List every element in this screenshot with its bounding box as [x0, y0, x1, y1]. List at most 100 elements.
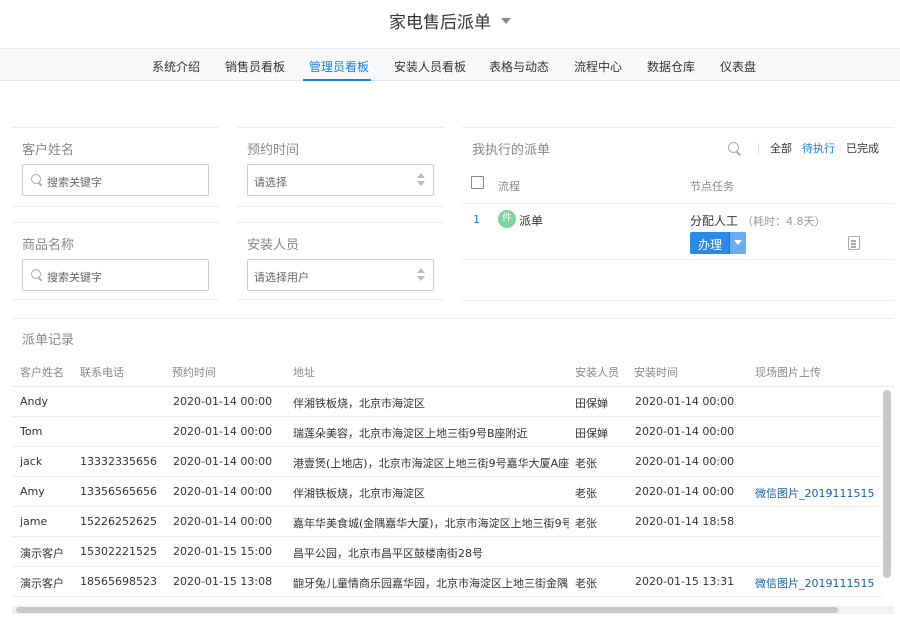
task-row-number: 1 — [473, 213, 480, 226]
app-title: 家电售后派单 — [389, 13, 491, 33]
chevron-down-icon[interactable] — [501, 18, 511, 24]
cell-address: 昌平公园，北京市昌平区鼓楼南街28号 — [293, 547, 483, 560]
table-row[interactable]: Amy 13356565656 2020-01-14 00:00 伴湘铁板烧，北… — [12, 477, 882, 507]
cell-address: 瑞莲朵美容，北京市海淀区上地三街9号B座附近 — [293, 427, 528, 440]
cell-appointment-time: 2020-01-14 00:00 — [173, 425, 273, 438]
cell-customer: jack — [20, 455, 43, 468]
cell-appointment-time: 2020-01-14 00:00 — [173, 455, 273, 468]
select-all-checkbox[interactable] — [471, 176, 484, 189]
cell-installer: 老张 — [575, 577, 597, 590]
cell-customer: 演示客户 — [20, 577, 64, 590]
table-row[interactable]: 演示客户 15302221525 2020-01-15 15:00 昌平公园，北… — [12, 537, 882, 567]
table-row[interactable]: Andy 2020-01-14 00:00 伴湘铁板烧，北京市海淀区 田保婵 2… — [12, 387, 882, 417]
column-header-flow: 流程 — [498, 180, 520, 193]
nav-item-admin-board[interactable]: 管理员看板 — [309, 58, 369, 75]
handle-button[interactable]: 办理 — [690, 232, 746, 254]
cell-phone: 13356565656 — [80, 485, 157, 498]
column-header-installer: 安装人员 — [575, 366, 619, 379]
cell-customer: 演示客户 — [20, 547, 64, 560]
cell-install-time: 2020-01-14 00:00 — [635, 395, 735, 408]
cell-phone: 18565698523 — [80, 575, 157, 588]
table-row[interactable]: jame 15226252625 2020-01-14 00:00 嘉年华美食城… — [12, 507, 882, 537]
cell-customer: Amy — [20, 485, 45, 498]
input-placeholder: 搜索关键字 — [47, 271, 102, 284]
nav-item-dashboard[interactable]: 仪表盘 — [720, 58, 756, 75]
cell-address: 港壹煲(上地店)，北京市海淀区上地三街9号嘉华大厦A座 — [293, 457, 569, 470]
search-icon[interactable] — [728, 142, 742, 156]
cell-customer: Andy — [20, 395, 48, 408]
appointment-time-select[interactable]: 请选择 — [247, 164, 434, 196]
cell-address: 伴湘铁板烧，北京市海淀区 — [293, 397, 425, 410]
cell-phone: 15226252625 — [80, 515, 157, 528]
task-flow-link[interactable]: 派单 — [519, 212, 543, 229]
task-filter-done[interactable]: 已完成 — [846, 140, 879, 156]
cell-phone: 15302221525 — [80, 545, 157, 558]
nav-item-system-intro[interactable]: 系统介绍 — [152, 58, 200, 75]
cell-address: 龅牙兔儿童情商乐园嘉华园，北京市海淀区上地三街金隅 — [293, 577, 568, 590]
app-header: 家电售后派单 — [0, 0, 900, 48]
nav-item-data-warehouse[interactable]: 数据仓库 — [647, 58, 695, 75]
cell-installer: 田保婵 — [575, 427, 608, 440]
divider — [462, 259, 894, 260]
task-node-name: 分配人工 — [690, 214, 739, 228]
column-header-appointment-time: 预约时间 — [172, 366, 216, 379]
handle-button-label: 办理 — [698, 238, 723, 252]
customer-name-search-input[interactable]: 搜索关键字 — [22, 164, 209, 196]
cell-customer: Tom — [20, 425, 43, 438]
records-title: 派单记录 — [22, 333, 75, 348]
cell-install-time: 2020-01-14 00:00 — [635, 425, 735, 438]
chevron-down-icon[interactable] — [729, 232, 746, 254]
filter-product-name: 商品名称 搜索关键字 — [12, 222, 219, 300]
filter-label: 商品名称 — [22, 238, 75, 253]
filter-label: 预约时间 — [247, 143, 300, 158]
horizontal-scrollbar[interactable] — [16, 607, 838, 613]
cell-install-time: 2020-01-14 00:00 — [635, 455, 735, 468]
task-duration: （耗时：4.8天） — [742, 215, 826, 228]
column-header-install-time: 安装时间 — [634, 366, 678, 379]
cell-installer: 老张 — [575, 487, 597, 500]
cell-appointment-time: 2020-01-14 00:00 — [173, 515, 273, 528]
filter-label: 客户姓名 — [22, 143, 75, 158]
cell-appointment-time: 2020-01-14 00:00 — [173, 485, 273, 498]
app-title-switcher[interactable]: 家电售后派单 — [0, 8, 900, 33]
table-row[interactable]: 演示客户 18565698523 2020-01-15 13:08 龅牙兔儿童情… — [12, 567, 882, 597]
product-name-search-input[interactable]: 搜索关键字 — [22, 259, 209, 291]
cell-install-time: 2020-01-14 18:58 — [635, 515, 735, 528]
vertical-scrollbar[interactable] — [883, 390, 891, 578]
my-tasks-title: 我执行的派单 — [472, 143, 551, 158]
installer-user-select[interactable]: 请选择用户 — [247, 259, 434, 291]
cell-installer: 老张 — [575, 517, 597, 530]
cell-photo-link[interactable]: 微信图片_2019111515 — [755, 485, 882, 501]
cell-install-time: 2020-01-15 13:31 — [635, 575, 735, 588]
cell-install-time: 2020-01-14 00:00 — [635, 485, 735, 498]
search-icon — [31, 174, 43, 186]
cell-customer: jame — [20, 515, 48, 528]
task-filter-all[interactable]: 全部 — [770, 140, 792, 156]
nav-item-sales-board[interactable]: 销售员看板 — [225, 58, 285, 75]
cell-address: 嘉年华美食城(金隅嘉华大厦)，北京市海淀区上地三街9号 — [293, 517, 569, 530]
nav-item-installer-board[interactable]: 安装人员看板 — [394, 58, 466, 75]
table-row[interactable]: jack 13332335656 2020-01-14 00:00 港壹煲(上地… — [12, 447, 882, 477]
cell-photo-link[interactable]: 微信图片_2019111515 — [755, 575, 882, 591]
column-header-node-task: 节点任务 — [690, 180, 734, 193]
cell-appointment-time: 2020-01-15 15:00 — [173, 545, 273, 558]
nav-item-tables-activity[interactable]: 表格与动态 — [489, 58, 549, 75]
nav-active-indicator — [303, 79, 371, 81]
document-icon[interactable] — [848, 236, 860, 250]
nav-item-process-center[interactable]: 流程中心 — [574, 58, 622, 75]
table-row[interactable]: Tom 2020-01-14 00:00 瑞莲朵美容，北京市海淀区上地三街9号B… — [12, 417, 882, 447]
filter-customer-name: 客户姓名 搜索关键字 — [12, 127, 219, 207]
filter-appointment-time: 预约时间 请选择 — [237, 127, 444, 207]
select-placeholder: 请选择用户 — [254, 271, 309, 284]
filter-installer: 安装人员 请选择用户 — [237, 222, 444, 300]
records-table-header: 客户姓名 联系电话 预约时间 地址 安装人员 安装时间 现场图片上传 — [12, 359, 894, 387]
task-filter-pending[interactable]: 待执行 — [802, 140, 835, 156]
column-header-customer: 客户姓名 — [20, 366, 64, 379]
cell-installer: 老张 — [575, 457, 597, 470]
filter-label: 安装人员 — [247, 238, 300, 253]
sort-updown-icon — [417, 268, 425, 282]
my-tasks-panel: 我执行的派单 全部 待执行 已完成 流程 节点任务 1 件 派单 分配人工 （耗时… — [462, 127, 894, 301]
cell-phone: 13332335656 — [80, 455, 157, 468]
flow-type-badge-icon: 件 — [498, 210, 516, 228]
input-placeholder: 搜索关键字 — [47, 176, 102, 189]
